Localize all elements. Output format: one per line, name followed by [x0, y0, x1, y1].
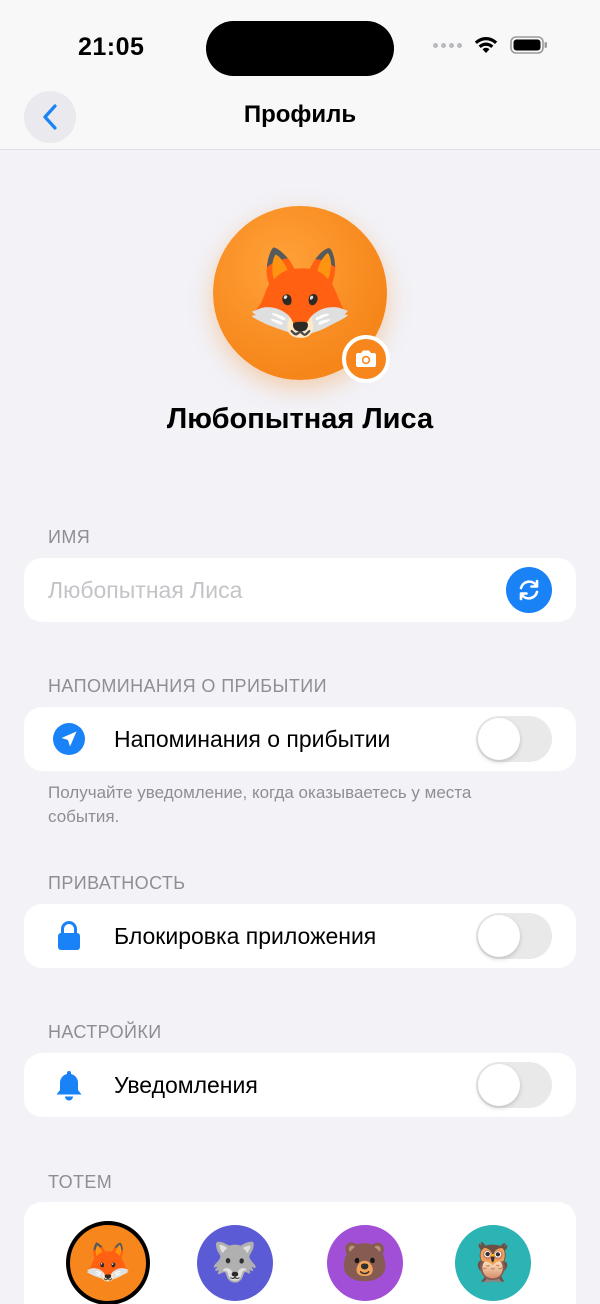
arrival-reminders-label: Напоминания о прибытии	[114, 725, 391, 752]
app-lock-toggle[interactable]	[476, 913, 552, 959]
battery-icon	[510, 36, 548, 54]
app-lock-label: Блокировка приложения	[114, 922, 377, 949]
section-header-settings: НАСТРОЙКИ	[48, 1022, 162, 1042]
privacy-card: Блокировка приложения	[24, 904, 576, 968]
bell-icon	[52, 1068, 86, 1102]
totem-bear[interactable]: 🐻	[327, 1225, 403, 1301]
section-header-arrival: НАПОМИНАНИЯ О ПРИБЫТИИ	[48, 676, 327, 696]
notifications-toggle[interactable]	[476, 1062, 552, 1108]
profile-screen: 21:05 Профиль 🦊 Любопытная Лиса ИМЯ Любо…	[0, 0, 600, 1304]
page-title: Профиль	[243, 101, 357, 128]
camera-icon	[356, 350, 376, 367]
wolf-icon: 🐺	[211, 1242, 259, 1284]
name-input[interactable]	[48, 576, 506, 604]
section-header-privacy: ПРИВАТНОСТЬ	[48, 873, 186, 893]
section-header-name: ИМЯ	[48, 527, 91, 547]
section-header-totem: ТОТЕМ	[48, 1172, 113, 1192]
name-card	[24, 558, 576, 622]
notifications-label: Уведомления	[114, 1071, 258, 1098]
wifi-icon	[474, 36, 498, 54]
refresh-icon	[519, 579, 539, 601]
fox-avatar-icon: 🦊	[245, 243, 355, 342]
lock-icon	[52, 919, 86, 953]
location-arrow-icon	[52, 722, 86, 756]
arrival-footnote: Получайте уведомление, когда оказываетес…	[48, 783, 472, 826]
totem-card: 🦊 🐺 🐻 🦉	[24, 1202, 576, 1304]
arrival-card: Напоминания о прибытии	[24, 707, 576, 771]
profile-name: Любопытная Лиса	[166, 403, 434, 435]
totem-fox[interactable]: 🦊	[66, 1221, 150, 1304]
header-bar: 21:05 Профиль	[0, 0, 600, 150]
dynamic-island	[206, 21, 394, 76]
randomize-name-button[interactable]	[506, 567, 552, 613]
totem-owl[interactable]: 🦉	[455, 1225, 531, 1301]
cellular-signal-icon	[433, 42, 462, 48]
status-icons	[433, 36, 548, 54]
owl-icon: 🦉	[469, 1242, 517, 1284]
status-time: 21:05	[78, 33, 145, 61]
bear-icon: 🐻	[341, 1242, 389, 1284]
settings-card: Уведомления	[24, 1053, 576, 1117]
change-photo-button[interactable]	[342, 335, 390, 383]
arrival-reminders-toggle[interactable]	[476, 716, 552, 762]
fox-icon: 🦊	[84, 1242, 132, 1284]
totem-wolf[interactable]: 🐺	[197, 1225, 273, 1301]
